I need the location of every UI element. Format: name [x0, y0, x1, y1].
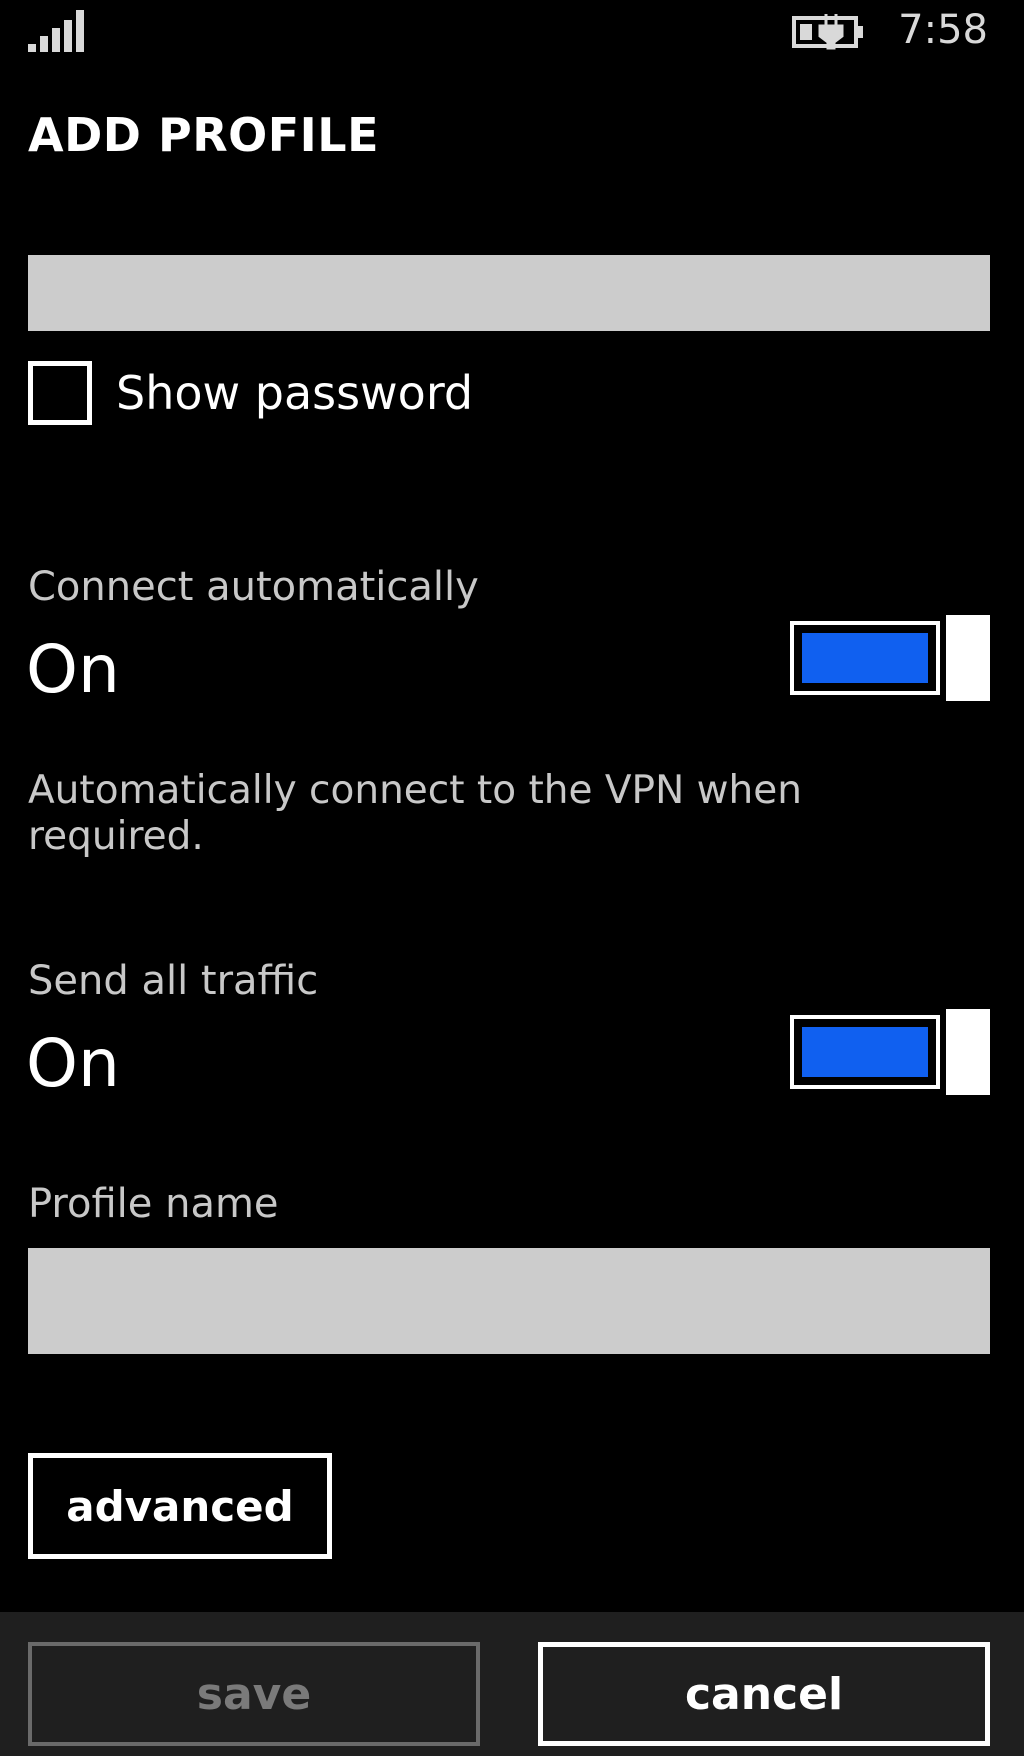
connect-automatically-toggle[interactable] — [790, 615, 990, 701]
password-input[interactable] — [28, 255, 990, 331]
show-password-label: Show password — [116, 366, 474, 420]
signal-strength-icon — [28, 10, 84, 52]
battery-charging-icon — [792, 14, 863, 50]
send-all-traffic-value: On — [26, 1025, 120, 1102]
send-all-traffic-header: Send all traffic — [28, 958, 319, 1004]
toggle-thumb[interactable] — [946, 1009, 990, 1095]
page-title: ADD PROFILE — [28, 108, 379, 162]
toggle-track — [790, 621, 940, 695]
toggle-track — [790, 1015, 940, 1089]
connect-automatically-header: Connect automatically — [28, 564, 479, 610]
checkbox-box[interactable] — [28, 361, 92, 425]
toggle-thumb[interactable] — [946, 615, 990, 701]
clock: 7:58 — [898, 7, 988, 53]
send-all-traffic-toggle[interactable] — [790, 1009, 990, 1095]
toggle-fill — [802, 1027, 928, 1077]
cancel-button[interactable]: cancel — [538, 1642, 990, 1746]
save-button[interactable]: save — [28, 1642, 480, 1746]
connect-automatically-description: Automatically connect to the VPN when re… — [28, 768, 802, 859]
profile-name-input[interactable] — [28, 1248, 990, 1354]
profile-name-header: Profile name — [28, 1181, 279, 1227]
show-password-checkbox[interactable]: Show password — [28, 358, 473, 428]
toggle-fill — [802, 633, 928, 683]
status-bar: 7:58 — [0, 0, 1024, 70]
advanced-button[interactable]: advanced — [28, 1453, 332, 1559]
app-bar: save cancel — [0, 1612, 1024, 1756]
connect-automatically-value: On — [26, 631, 120, 708]
